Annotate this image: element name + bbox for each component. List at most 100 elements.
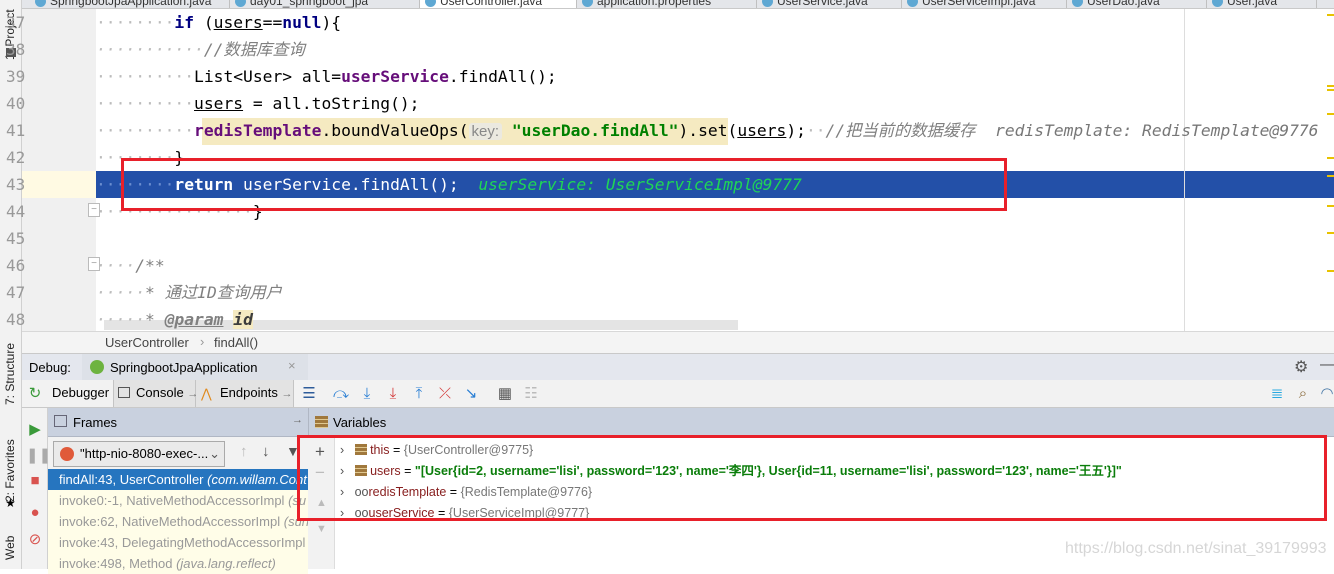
frame-package: (com.willam.Cont [207, 472, 307, 487]
line-number: 43 [6, 175, 26, 194]
arrow-down-icon[interactable]: ↓ [262, 443, 270, 460]
tab-userdao[interactable]: UserDao.java [1067, 0, 1207, 8]
view-breakpoints-icon[interactable]: ● [26, 504, 44, 521]
debug-session-tab[interactable]: SpringbootJpaApplication × [82, 354, 308, 380]
code-text: users [194, 94, 244, 113]
breadcrumb-item[interactable]: UserController [105, 335, 189, 350]
scroll-marker[interactable] [1327, 14, 1334, 16]
scroll-marker[interactable] [1327, 270, 1334, 272]
tab-springbootjpaapplication[interactable]: SpringbootJpaApplication.java [30, 0, 230, 8]
code-text: ){ [321, 13, 342, 32]
frame-item[interactable]: findAll:43, UserController (com.willam.C… [48, 469, 308, 490]
frames-header: Frames → [48, 408, 308, 437]
step-over-icon[interactable]: ⤼ [332, 385, 350, 402]
line-number: 37 [6, 13, 26, 32]
code-line-37[interactable]: ········if (users==null){ [96, 9, 341, 36]
right-margin-guide [1184, 9, 1185, 331]
line-number: 47 [6, 283, 26, 302]
frame-location: invoke0:-1, NativeMethodAccessorImpl [59, 493, 285, 508]
tab-userserviceimpl[interactable]: UserServiceImpl.java [902, 0, 1067, 8]
gear-icon[interactable]: ⚙ [1294, 357, 1308, 377]
tab-console[interactable]: Console → [114, 380, 198, 407]
line-number: 45 [6, 229, 26, 248]
scroll-marker[interactable] [1327, 113, 1334, 115]
scroll-marker[interactable] [1327, 89, 1334, 91]
scroll-marker[interactable] [1327, 175, 1334, 177]
fold-icon[interactable]: − [88, 203, 100, 217]
tab-usercontroller[interactable]: UserController.java [420, 0, 577, 8]
line-number: 40 [6, 94, 26, 113]
frames-title: Frames [73, 415, 118, 430]
line-number: 48 [6, 310, 26, 329]
fold-icon[interactable]: − [88, 257, 100, 271]
mute-breakpoints-icon[interactable]: ⊘ [26, 530, 44, 548]
rerun-icon[interactable]: ↻ [26, 385, 44, 402]
step-into-icon[interactable]: ⤓ [358, 385, 376, 402]
resume-icon[interactable]: ▶ [26, 420, 44, 438]
code-text: ); [786, 121, 806, 140]
pause-icon[interactable]: ❚❚ [26, 446, 51, 464]
breadcrumb-item[interactable]: findAll() [214, 335, 258, 350]
trace-icon[interactable]: ☷ [522, 385, 540, 402]
comment: * [145, 310, 165, 329]
frame-location: invoke:43, DelegatingMethodAccessorImpl [59, 535, 306, 550]
scroll-marker[interactable] [1327, 85, 1334, 87]
code-text: .boundValueOps( [321, 121, 469, 140]
settings-list-icon[interactable]: ≣ [1268, 385, 1286, 402]
scroll-marker[interactable] [1327, 205, 1334, 207]
tab-label: Console [136, 385, 184, 400]
line-number: 41 [6, 121, 26, 140]
web-tool-button[interactable]: Web [3, 536, 17, 560]
code-text: .findAll(); [448, 67, 557, 86]
show-execution-point-icon[interactable]: ☰ [300, 385, 318, 402]
scroll-marker[interactable] [1327, 157, 1334, 159]
variables-title: Variables [333, 415, 387, 430]
move-down-icon[interactable]: ▼ [316, 523, 327, 535]
code-text: ( [194, 13, 214, 32]
code-line-38[interactable]: ···········//数据库查询 [96, 36, 305, 63]
code-line-46[interactable]: ····/** [96, 252, 165, 279]
code-line-40[interactable]: ··········users = all.toString(); [96, 90, 420, 117]
frame-item[interactable]: invoke:43, DelegatingMethodAccessorImpl [48, 532, 308, 553]
drop-frame-icon[interactable]: ⤫ [436, 385, 454, 402]
tab-label: Endpoints [220, 385, 278, 400]
tab-debugger[interactable]: Debugger [48, 380, 114, 407]
debug-actions-column: ▶ ❚❚ ■ ● ⊘ [22, 408, 51, 569]
code-line-41[interactable]: ··········redisTemplate.boundValueOps(ke… [96, 117, 1334, 144]
close-icon[interactable]: × [288, 358, 296, 373]
comment: /** [135, 256, 165, 275]
tab-endpoints[interactable]: ⋀ Endpoints → [196, 380, 294, 407]
thread-icon [60, 447, 74, 461]
variables-icon [315, 416, 328, 428]
run-to-cursor-icon[interactable]: ↘ [462, 385, 480, 402]
code-text: users [737, 121, 787, 140]
step-out-icon[interactable]: ⤒ [410, 385, 428, 402]
stop-icon[interactable]: ■ [26, 472, 44, 489]
frame-item[interactable]: invoke:498, Method (java.lang.reflect) [48, 553, 308, 574]
frame-item[interactable]: invoke0:-1, NativeMethodAccessorImpl (su [48, 490, 308, 511]
thread-selector[interactable]: "http-nio-8080-exec-... ⌄ [53, 441, 225, 467]
line-number: 46 [6, 256, 26, 275]
parameter-hint: key: [468, 123, 503, 140]
code-line-39[interactable]: ··········List<User> all=userService.fin… [96, 63, 557, 90]
keyword: null [282, 13, 322, 32]
arrow-up-icon[interactable]: ↑ [240, 443, 248, 460]
tab-application-properties[interactable]: application.properties [577, 0, 757, 8]
favorites-tool-button[interactable]: 2: Favorites [3, 439, 17, 502]
frame-item[interactable]: invoke:62, NativeMethodAccessorImpl (sun [48, 511, 308, 532]
session-name: SpringbootJpaApplication [110, 360, 258, 375]
tab-user[interactable]: User.java [1207, 0, 1317, 8]
overhead-icon[interactable]: ◠ [1318, 385, 1334, 402]
code-text: users [213, 13, 263, 32]
scroll-marker[interactable] [1327, 232, 1334, 234]
pin-icon[interactable]: → [292, 414, 303, 426]
memory-view-icon[interactable]: ⌕ [1294, 385, 1312, 402]
code-line-48[interactable]: ·····* @param id [96, 306, 253, 333]
code-line-47[interactable]: ·····* 通过ID查询用户 [96, 279, 282, 306]
force-step-into-icon[interactable]: ⤓ [384, 385, 402, 402]
structure-tool-button[interactable]: 7: Structure [3, 343, 17, 405]
tab-userservice[interactable]: UserService.java [757, 0, 902, 8]
evaluate-expression-icon[interactable]: ▦ [496, 385, 514, 402]
minimize-icon[interactable]: — [1320, 356, 1334, 374]
tab-project[interactable]: day01_springboot_jpa [230, 0, 420, 8]
